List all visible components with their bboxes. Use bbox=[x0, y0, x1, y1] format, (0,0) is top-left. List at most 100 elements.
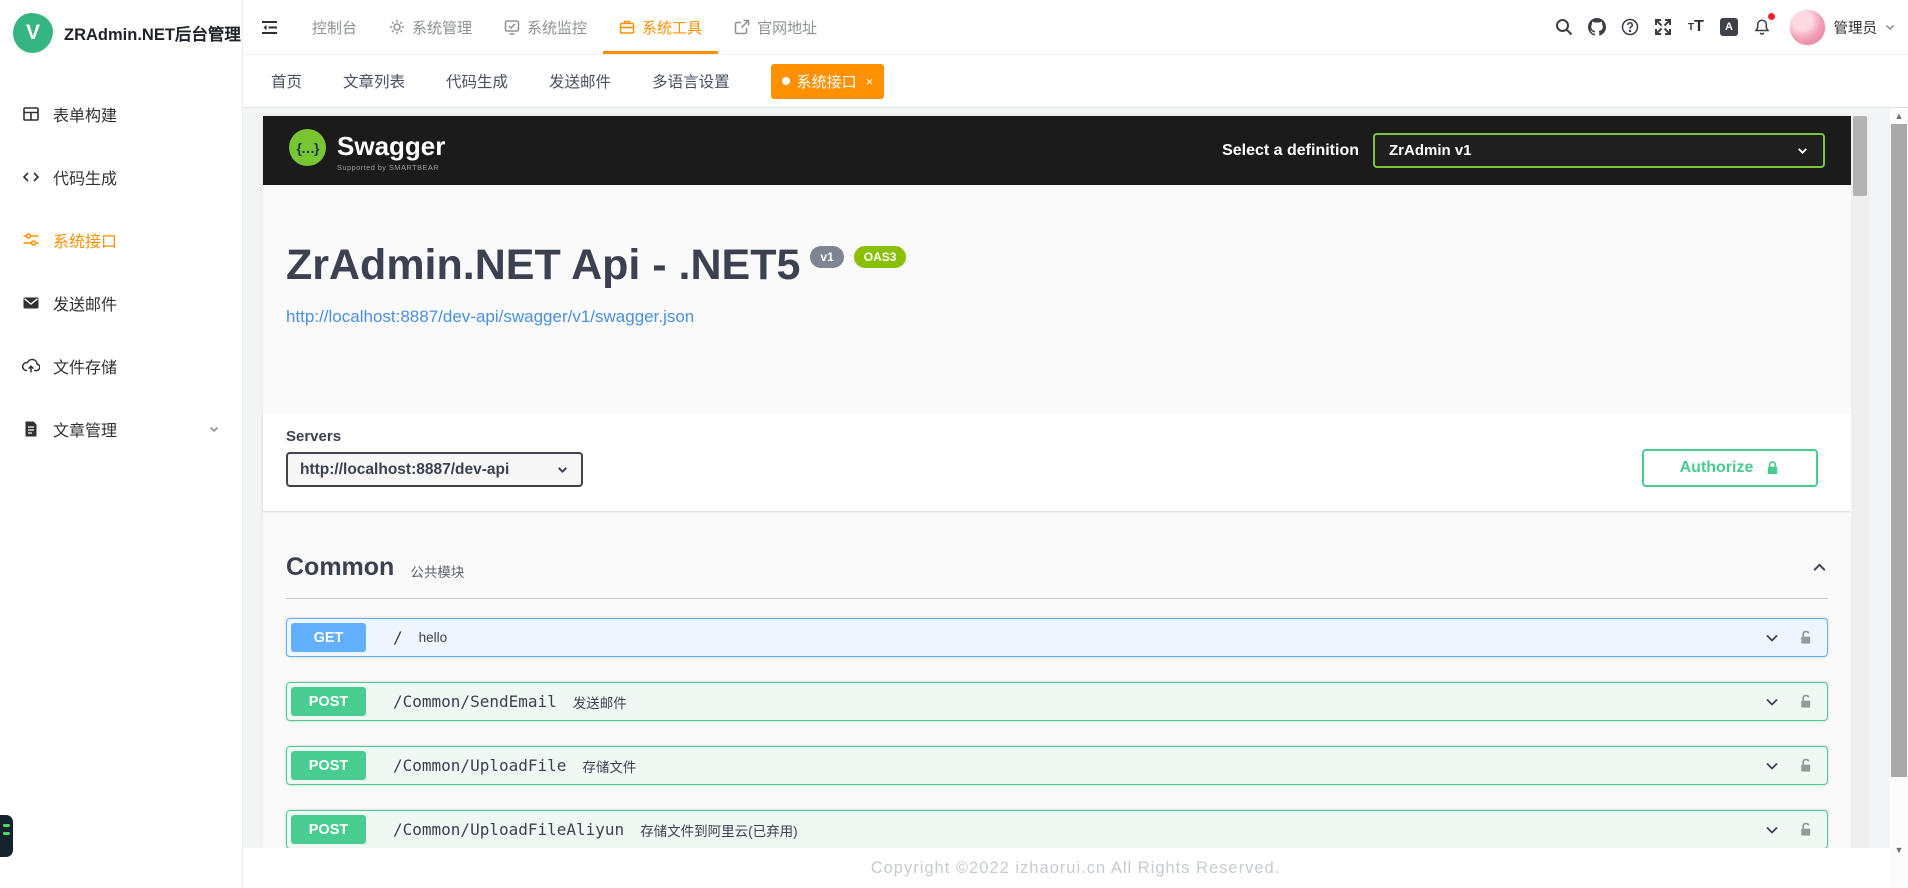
oas3-badge: OAS3 bbox=[854, 246, 907, 268]
font-size-button[interactable]: TT bbox=[1680, 0, 1713, 55]
nav-item-official-site[interactable]: 官网地址 bbox=[718, 0, 833, 54]
tab-i18n[interactable]: 多语言设置 bbox=[652, 70, 730, 92]
top-menu: 控制台 系统管理 系统监控 系统工具 官网地址 bbox=[296, 0, 833, 54]
nav-item-label: 官网地址 bbox=[757, 17, 817, 38]
http-method-badge: POST bbox=[291, 687, 366, 716]
main-content: {…} Swagger Supported by SMARTBEAR Selec… bbox=[243, 108, 1908, 888]
section-header[interactable]: Common 公共模块 bbox=[286, 553, 1828, 599]
nav-item-dashboard[interactable]: 控制台 bbox=[296, 0, 373, 54]
sidebar-item-send-mail[interactable]: 发送邮件 bbox=[0, 271, 242, 334]
active-tab-dot-icon bbox=[782, 77, 790, 85]
sidebar-item-system-api[interactable]: 系统接口 bbox=[0, 208, 242, 271]
nav-item-system-tools[interactable]: 系统工具 bbox=[603, 0, 718, 54]
endpoint-auth-button[interactable] bbox=[1798, 821, 1813, 838]
app-logo-row[interactable]: V ZRAdmin.NET后台管理 bbox=[0, 0, 242, 66]
servers-label: Servers bbox=[286, 428, 583, 445]
upload-cloud-icon bbox=[22, 357, 40, 375]
bell-icon bbox=[1753, 18, 1771, 36]
expand-endpoint-button[interactable] bbox=[1764, 822, 1780, 838]
sidebar: V ZRAdmin.NET后台管理 表单构建 代码生成 系统接口 发送邮件 bbox=[0, 0, 243, 888]
unlock-icon bbox=[1798, 757, 1813, 774]
page-scrollbar[interactable]: ▲ ▼ bbox=[1890, 108, 1908, 888]
close-tab-icon[interactable]: × bbox=[866, 74, 874, 89]
tab-article-list[interactable]: 文章列表 bbox=[343, 70, 405, 92]
endpoint-row[interactable]: POST /Common/UploadFileAliyun 存储文件到阿里云(已… bbox=[286, 810, 1828, 849]
user-menu-toggle[interactable] bbox=[1884, 21, 1896, 33]
http-method-badge: POST bbox=[291, 751, 366, 780]
help-button[interactable] bbox=[1614, 0, 1647, 55]
scroll-down-arrow-icon[interactable]: ▼ bbox=[1890, 843, 1908, 857]
github-icon bbox=[1588, 18, 1606, 36]
github-button[interactable] bbox=[1581, 0, 1614, 55]
endpoint-summary: hello bbox=[419, 630, 448, 645]
scroll-up-arrow-icon[interactable]: ▲ bbox=[1890, 109, 1908, 123]
endpoint-auth-button[interactable] bbox=[1798, 693, 1813, 710]
endpoint-row[interactable]: POST /Common/UploadFile 存储文件 bbox=[286, 746, 1828, 785]
tab-system-api[interactable]: 系统接口 × bbox=[771, 64, 885, 99]
language-button[interactable]: A bbox=[1713, 0, 1746, 55]
code-icon bbox=[22, 168, 40, 186]
search-button[interactable] bbox=[1548, 0, 1581, 55]
definition-select[interactable]: ZrAdmin v1 bbox=[1373, 133, 1825, 168]
copyright-text: Copyright ©2022 izhaorui.cn All Rights R… bbox=[871, 859, 1281, 878]
fullscreen-icon bbox=[1654, 18, 1672, 36]
endpoint-summary: 发送邮件 bbox=[573, 692, 627, 712]
sidebar-item-label: 系统接口 bbox=[53, 228, 117, 252]
endpoint-path: /Common/SendEmail bbox=[393, 692, 557, 711]
nav-item-system-monitor[interactable]: 系统监控 bbox=[488, 0, 603, 54]
swagger-brand-subtitle: Supported by SMARTBEAR bbox=[337, 163, 445, 172]
definition-label: Select a definition bbox=[1222, 142, 1359, 160]
chevron-down-icon bbox=[1764, 822, 1780, 838]
spec-url-link[interactable]: http://localhost:8887/dev-api/swagger/v1… bbox=[286, 307, 694, 327]
tab-home[interactable]: 首页 bbox=[271, 70, 302, 92]
nav-item-label: 系统监控 bbox=[527, 17, 587, 38]
content-column: 控制台 系统管理 系统监控 系统工具 官网地址 bbox=[243, 0, 1908, 888]
tab-bar: 首页 文章列表 代码生成 发送邮件 多语言设置 系统接口 × bbox=[243, 55, 1908, 108]
section-title: Common bbox=[286, 553, 394, 582]
page-scrollbar-thumb[interactable] bbox=[1891, 124, 1907, 777]
user-name[interactable]: 管理员 bbox=[1834, 17, 1878, 38]
endpoint-auth-button[interactable] bbox=[1798, 629, 1813, 646]
corner-widget[interactable] bbox=[0, 815, 13, 857]
sidebar-item-code-gen[interactable]: 代码生成 bbox=[0, 145, 242, 208]
avatar[interactable] bbox=[1789, 9, 1826, 46]
notifications-button[interactable] bbox=[1746, 0, 1779, 55]
authorize-button[interactable]: Authorize bbox=[1642, 449, 1818, 487]
fullscreen-button[interactable] bbox=[1647, 0, 1680, 55]
swagger-ui: {…} Swagger Supported by SMARTBEAR Selec… bbox=[263, 116, 1851, 848]
nav-item-label: 系统工具 bbox=[642, 17, 702, 38]
sidebar-collapse-button[interactable] bbox=[243, 0, 296, 54]
tab-send-mail[interactable]: 发送邮件 bbox=[549, 70, 611, 92]
server-select[interactable]: http://localhost:8887/dev-api bbox=[286, 452, 583, 487]
gear-icon bbox=[389, 19, 405, 35]
sidebar-item-label: 文件存储 bbox=[53, 354, 117, 378]
endpoint-row[interactable]: POST /Common/SendEmail 发送邮件 bbox=[286, 682, 1828, 721]
sidebar-item-article-mgmt[interactable]: 文章管理 bbox=[0, 397, 242, 460]
http-method-badge: GET bbox=[291, 623, 366, 652]
expand-endpoint-button[interactable] bbox=[1764, 694, 1780, 710]
lock-icon bbox=[1765, 460, 1780, 476]
sidebar-item-label: 文章管理 bbox=[53, 417, 117, 441]
section-description: 公共模块 bbox=[410, 555, 464, 581]
sidebar-item-form-builder[interactable]: 表单构建 bbox=[0, 82, 242, 145]
chevron-down-icon bbox=[556, 463, 569, 476]
nav-item-system-mgmt[interactable]: 系统管理 bbox=[373, 0, 488, 54]
endpoint-auth-button[interactable] bbox=[1798, 757, 1813, 774]
monitor-icon bbox=[504, 19, 520, 35]
chevron-down-icon bbox=[208, 423, 220, 435]
expand-endpoint-button[interactable] bbox=[1764, 758, 1780, 774]
nav-item-label: 控制台 bbox=[312, 17, 357, 38]
sidebar-item-file-storage[interactable]: 文件存储 bbox=[0, 334, 242, 397]
translate-icon: A bbox=[1720, 18, 1738, 36]
swagger-scrollbar-thumb[interactable] bbox=[1853, 116, 1867, 196]
endpoint-row[interactable]: GET / hello bbox=[286, 618, 1828, 657]
collapse-section-button[interactable] bbox=[1811, 559, 1828, 576]
sidebar-item-label: 发送邮件 bbox=[53, 291, 117, 315]
tab-code-gen[interactable]: 代码生成 bbox=[446, 70, 508, 92]
chevron-down-icon bbox=[1764, 630, 1780, 646]
sidebar-item-label: 表单构建 bbox=[53, 102, 117, 126]
expand-endpoint-button[interactable] bbox=[1764, 630, 1780, 646]
sidebar-menu: 表单构建 代码生成 系统接口 发送邮件 文件存储 文章管理 bbox=[0, 66, 242, 460]
swagger-scrollbar[interactable] bbox=[1851, 116, 1869, 848]
form-grid-icon bbox=[22, 105, 40, 123]
